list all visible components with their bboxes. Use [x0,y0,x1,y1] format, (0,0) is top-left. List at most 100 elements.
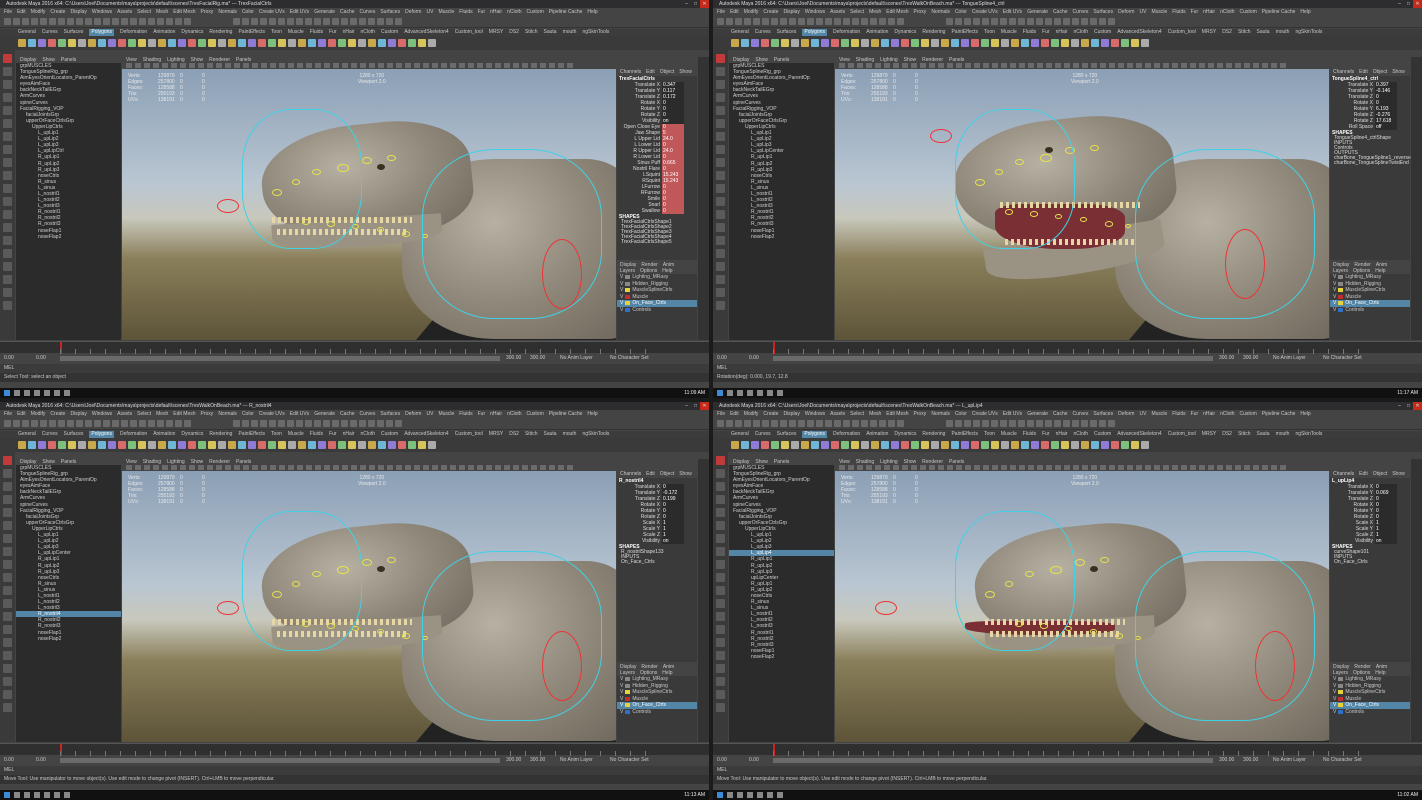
shelf-tool-icon[interactable] [921,39,929,47]
toolbox-icon[interactable] [716,275,725,284]
status-tool-icon[interactable] [121,420,128,427]
status-tool-icon[interactable] [1054,18,1061,25]
toolbox-icon[interactable] [716,482,725,491]
menu-uv[interactable]: UV [426,8,433,16]
status-tool-icon[interactable] [269,18,276,25]
shelf-tab-sauta[interactable]: Sauta [1256,431,1269,438]
range-end2[interactable]: 300.00 [1243,354,1258,363]
shelf-tool-icon[interactable] [178,441,186,449]
menu-uv[interactable]: UV [426,410,433,418]
shelf-tool-icon[interactable] [378,39,386,47]
status-tool-icon[interactable] [1054,420,1061,427]
viewport-tool-icon[interactable] [540,465,546,470]
shelf-tool-icon[interactable] [428,441,436,449]
toolbox-icon[interactable] [716,262,725,271]
viewport-tool-icon[interactable] [153,63,159,68]
shelf-tool-icon[interactable] [841,441,849,449]
shelf-tab-custom[interactable]: Custom [381,431,398,438]
shelf-tool-icon[interactable] [118,441,126,449]
viewport-tool-icon[interactable] [324,465,330,470]
menu-modify[interactable]: Modify [744,8,759,16]
status-tool-icon[interactable] [726,420,733,427]
shelf-tab-general[interactable]: General [731,431,749,438]
outliner-item[interactable]: noseFlap2 [16,636,121,642]
shelf-tab-muscle[interactable]: Muscle [288,431,304,438]
menu-assets[interactable]: Assets [830,410,845,418]
channel-tab-object[interactable]: Object [660,471,674,478]
toolbox-icon[interactable] [3,67,12,76]
menu-nhair[interactable]: nHair [490,8,502,16]
status-tool-icon[interactable] [260,420,267,427]
viewport-tool-icon[interactable] [153,465,159,470]
channel-tab-show[interactable]: Show [1392,69,1405,76]
status-tool-icon[interactable] [1081,18,1088,25]
shelf-tool-icon[interactable] [1071,441,1079,449]
toolbox-icon[interactable] [716,625,725,634]
toolbox-icon[interactable] [716,677,725,686]
viewport-tool-icon[interactable] [1046,465,1052,470]
shelf-tab-surfaces[interactable]: Surfaces [64,29,84,36]
shelf-tool-icon[interactable] [258,441,266,449]
maya-icon[interactable] [44,792,50,798]
visibility-toggle[interactable]: V [620,307,623,314]
menu-create[interactable]: Create [763,410,778,418]
shelf-tool-icon[interactable] [418,441,426,449]
viewport-tool-icon[interactable] [947,465,953,470]
shape-item[interactable]: On_Face_Ctrls [617,560,697,565]
viewport-tool-icon[interactable] [243,63,249,68]
shelf-tool-icon[interactable] [28,441,36,449]
shelf-tab-ncloth[interactable]: nCloth [361,431,375,438]
folder-icon[interactable] [777,792,783,798]
shelf-tool-icon[interactable] [731,39,739,47]
shelf-tab-advancedskeleton4[interactable]: AdvancedSkeleton4 [1117,431,1161,438]
viewport-tool-icon[interactable] [1046,63,1052,68]
shelf-tool-icon[interactable] [168,441,176,449]
shelf-tab-general[interactable]: General [18,431,36,438]
viewport-tool-icon[interactable] [1190,465,1196,470]
shelf-tool-icon[interactable] [1041,39,1049,47]
anim-layer[interactable]: No Anim Layer [1273,354,1306,363]
viewport[interactable]: Verts: 129879 0 0 Edges: 257800 0 0 Faces: 128588… [835,471,1329,742]
status-tool-icon[interactable] [991,18,998,25]
status-tool-icon[interactable] [121,18,128,25]
viewport-tool-icon[interactable] [252,465,258,470]
toolbox-icon[interactable] [3,301,12,310]
outliner-menu-panels[interactable]: Panels [61,57,76,63]
outliner-menu-panels[interactable]: Panels [774,57,789,63]
character-set[interactable]: No Character Set [610,756,649,765]
shelf-tool-icon[interactable] [368,39,376,47]
shelf-tab-polygons[interactable]: Polygons [802,29,827,36]
shelf-tab-ds2[interactable]: DS2 [1222,29,1232,36]
toolbox-icon[interactable] [716,456,725,465]
menu-edit-mesh[interactable]: Edit Mesh [173,8,195,16]
viewport-tool-icon[interactable] [1271,63,1277,68]
menu-proxy[interactable]: Proxy [914,410,927,418]
menu-create-uvs[interactable]: Create UVs [972,410,998,418]
shelf-tab-deformation[interactable]: Deformation [120,29,147,36]
shelf-tool-icon[interactable] [218,441,226,449]
shelf-tool-icon[interactable] [398,39,406,47]
muscle-spline-curve[interactable] [955,511,1075,651]
viewport-tool-icon[interactable] [477,465,483,470]
toolbox-icon[interactable] [716,664,725,673]
viewport-tool-icon[interactable] [270,63,276,68]
viewport-tool-icon[interactable] [405,465,411,470]
status-tool-icon[interactable] [1009,420,1016,427]
shelf-tool-icon[interactable] [771,39,779,47]
status-tool-icon[interactable] [1108,18,1115,25]
shelf-tool-icon[interactable] [891,39,899,47]
status-tool-icon[interactable] [982,18,989,25]
shelf-tool-icon[interactable] [268,441,276,449]
shelf-tab-nhair[interactable]: nHair [1056,29,1068,36]
status-tool-icon[interactable] [753,18,760,25]
viewport-tool-icon[interactable] [522,63,528,68]
shelf-tab-curves[interactable]: Curves [42,431,58,438]
menu-mesh[interactable]: Mesh [156,8,168,16]
shelf-tool-icon[interactable] [1061,39,1069,47]
status-tool-icon[interactable] [139,18,146,25]
status-tool-icon[interactable] [1000,18,1007,25]
toolbox-icon[interactable] [716,171,725,180]
red-control-ellipse[interactable] [542,239,582,309]
status-tool-icon[interactable] [1009,18,1016,25]
shelf-tool-icon[interactable] [178,39,186,47]
